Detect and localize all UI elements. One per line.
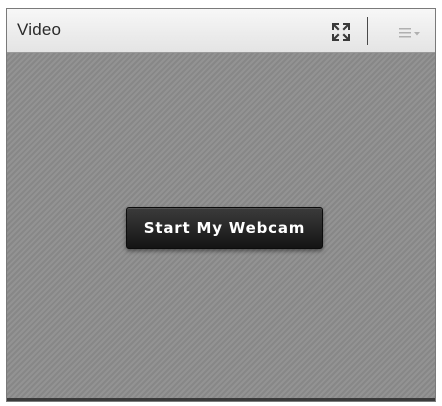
- options-menu-icon[interactable]: [399, 26, 423, 38]
- pod-title: Video: [17, 20, 62, 39]
- fullscreen-icon[interactable]: [331, 22, 351, 42]
- start-webcam-button[interactable]: Start My Webcam: [126, 207, 323, 249]
- video-pod: Video Start My Webcam: [6, 8, 436, 402]
- video-bottom-bar: [7, 398, 435, 401]
- video-area: Start My Webcam: [7, 53, 435, 401]
- pod-header: Video: [7, 9, 435, 53]
- header-divider: [367, 17, 368, 45]
